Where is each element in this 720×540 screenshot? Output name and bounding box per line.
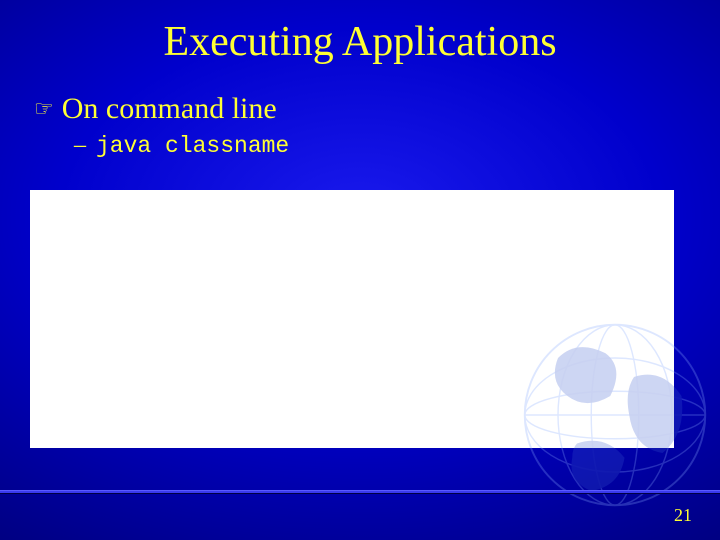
footer-divider (0, 490, 720, 494)
sub-bullet-dash: – (74, 132, 86, 159)
hand-pointer-icon: ☞ (34, 98, 54, 120)
bullet-text: On command line (62, 92, 277, 126)
sub-bullet-code: java classname (96, 133, 289, 159)
sub-bullet-item: – java classname (34, 126, 720, 159)
bullet-item: ☞ On command line (34, 92, 720, 126)
slide: Executing Applications ☞ On command line… (0, 0, 720, 540)
slide-title: Executing Applications (0, 0, 720, 66)
content-placeholder (30, 190, 674, 448)
slide-content: ☞ On command line – java classname (0, 66, 720, 159)
page-number: 21 (674, 505, 692, 526)
